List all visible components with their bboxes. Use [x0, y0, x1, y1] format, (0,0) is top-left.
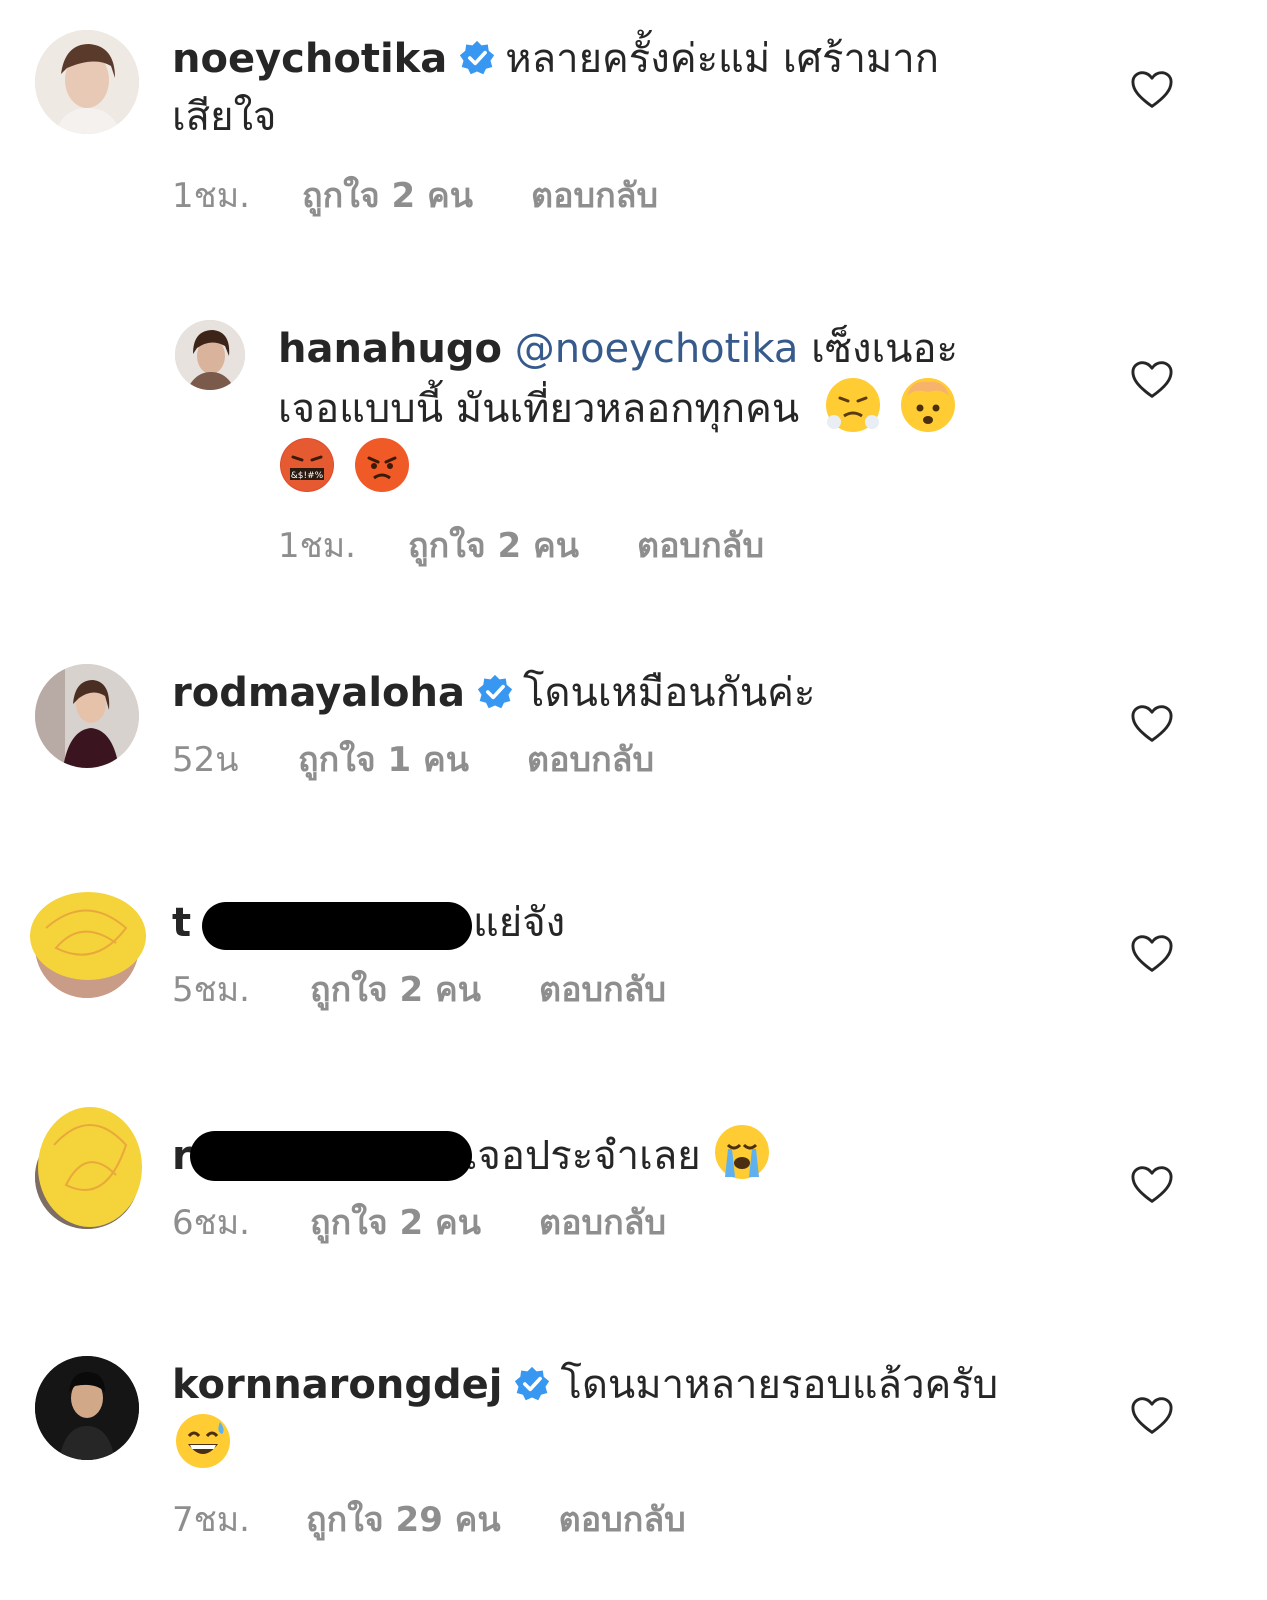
verified-badge-icon — [514, 1366, 550, 1402]
comment-body: rodmayaloha โดนเหมือนกันค่ะ 52น ถูกใจ 1 คน… — [172, 664, 815, 786]
redaction-scribble — [30, 892, 146, 980]
like-heart-icon[interactable] — [1130, 1165, 1174, 1205]
comment-meta: 7ชม. ถูกใจ 29 คน ตอบกลับ — [172, 1492, 998, 1546]
avatar[interactable] — [35, 664, 139, 768]
username[interactable]: t — [172, 900, 191, 946]
verified-badge-icon — [459, 40, 495, 76]
likes-count[interactable]: ถูกใจ 2 คน — [408, 518, 579, 572]
redaction-bar — [190, 1131, 472, 1181]
likes-count[interactable]: ถูกใจ 2 คน — [310, 1195, 481, 1249]
svg-text:&$!#%: &$!#% — [291, 471, 324, 481]
comment-text: โดนมาหลายรอบแล้วครับ — [560, 1362, 999, 1408]
comment-body: kornnarongdej โดนมาหลายรอบแล้วครับ 7ชม. ถู… — [172, 1356, 998, 1546]
reply-button[interactable]: ตอบกลับ — [539, 962, 666, 1016]
reply-button[interactable]: ตอบกลับ — [527, 732, 654, 786]
avatar[interactable] — [175, 320, 245, 390]
reply-button[interactable]: ตอบกลับ — [637, 518, 764, 572]
comment-meta: 1ชม. ถูกใจ 2 คน ตอบกลับ — [278, 518, 958, 572]
timestamp: 1ชม. — [278, 526, 356, 566]
avatar[interactable] — [35, 30, 139, 134]
likes-count[interactable]: ถูกใจ 1 คน — [298, 732, 469, 786]
comment-meta: 1ชม. ถูกใจ 2 คน ตอบกลับ — [172, 168, 939, 222]
redaction-scribble — [38, 1107, 142, 1227]
avatar[interactable] — [35, 1356, 139, 1460]
comment-body: tt แย่จัง 5ชม.ถูกใจ 2 คนตอบกลับ — [172, 894, 666, 1016]
comment-body: noeychotika หลายครั้งค่ะแม่ เศร้ามาก เสีย… — [172, 30, 939, 222]
comment-meta: 5ชม. ถูกใจ 2 คน ตอบกลับ — [172, 962, 666, 1016]
reply-button[interactable]: ตอบกลับ — [539, 1195, 666, 1249]
mention-link[interactable]: @noeychotika — [515, 326, 799, 372]
exploding-head-icon — [900, 378, 955, 432]
username[interactable]: kornnarongdej — [172, 1362, 502, 1408]
comment-text-continued: เจอแบบนี้ มันเที่ยวหลอกทุกคน — [278, 386, 800, 432]
comment-text: เซ็งเนอะ — [811, 326, 959, 372]
timestamp: 7ชม. — [172, 1500, 250, 1540]
like-heart-icon[interactable] — [1130, 934, 1174, 974]
comment-meta: 52น ถูกใจ 1 คน ตอบกลับ — [172, 732, 815, 786]
comment-text: แย่จัง — [472, 900, 566, 946]
comment-body: hanahugo @noeychotika เซ็งเนอะ เจอแบบนี้… — [278, 320, 958, 572]
username[interactable]: hanahugo — [278, 326, 502, 372]
face-with-steam-icon — [825, 378, 880, 432]
grinning-face-with-sweat-icon — [176, 1414, 230, 1468]
username[interactable]: noeychotika — [172, 36, 447, 82]
username[interactable]: rodmayaloha — [172, 670, 465, 716]
comment-body: r เจอประจำเลย 6ชม. ถูกใจ 2 คน ตอบกลับ — [172, 1125, 770, 1249]
reply-button[interactable]: ตอบกลับ — [559, 1492, 686, 1546]
comment-meta: 6ชม. ถูกใจ 2 คน ตอบกลับ — [172, 1195, 769, 1249]
like-heart-icon[interactable] — [1130, 70, 1174, 110]
comment-text: หลายครั้งค่ะแม่ เศร้ามาก — [505, 36, 939, 82]
comment-text: โดนเหมือนกันค่ะ — [523, 670, 816, 716]
redaction-bar — [202, 902, 472, 950]
like-heart-icon[interactable] — [1130, 360, 1174, 400]
verified-badge-icon — [477, 674, 513, 710]
face-with-symbols-icon: &$!#% — [280, 438, 334, 492]
comment-text-continued: เสียใจ — [172, 94, 277, 140]
comment-text: เจอประจำเลย — [463, 1133, 701, 1179]
like-heart-icon[interactable] — [1130, 1396, 1174, 1436]
reply-button[interactable]: ตอบกลับ — [531, 168, 658, 222]
like-heart-icon[interactable] — [1130, 704, 1174, 744]
timestamp: 6ชม. — [172, 1203, 250, 1243]
loudly-crying-face-icon — [715, 1125, 770, 1179]
username[interactable]: r — [172, 1133, 192, 1179]
likes-count[interactable]: ถูกใจ 2 คน — [310, 962, 481, 1016]
timestamp: 52น — [172, 740, 239, 780]
timestamp: 5ชม. — [172, 970, 250, 1010]
likes-count[interactable]: ถูกใจ 2 คน — [302, 168, 473, 222]
timestamp: 1ชม. — [172, 176, 250, 216]
angry-face-icon — [354, 438, 409, 492]
likes-count[interactable]: ถูกใจ 29 คน — [306, 1492, 501, 1546]
